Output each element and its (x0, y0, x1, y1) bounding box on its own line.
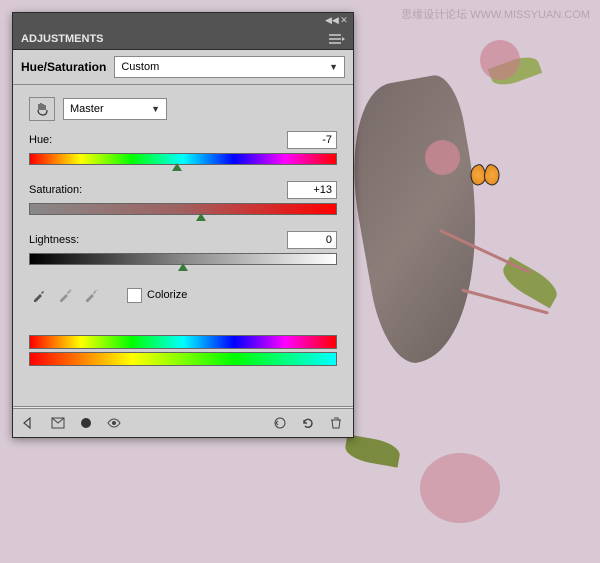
colorize-checkbox[interactable] (127, 288, 142, 303)
range-select[interactable]: Master ▼ (63, 98, 167, 120)
chevron-down-icon: ▼ (151, 104, 160, 114)
chevron-down-icon: ▼ (329, 62, 338, 72)
saturation-label: Saturation: (29, 184, 82, 196)
close-icon[interactable]: ✕ (339, 16, 349, 26)
adjustments-panel: ◀◀ ✕ ADJUSTMENTS Hue/Saturation Custom ▼… (12, 12, 354, 438)
previous-state-icon[interactable] (271, 415, 289, 431)
hue-group: Hue: (13, 125, 353, 175)
preset-select[interactable]: Custom ▼ (114, 56, 345, 78)
spectrum-bar-top (29, 335, 337, 349)
lightness-group: Lightness: (13, 225, 353, 275)
trash-icon[interactable] (327, 415, 345, 431)
butterfly-graphic (470, 165, 500, 187)
colorize-option: Colorize (127, 288, 187, 303)
saturation-group: Saturation: (13, 175, 353, 225)
targeted-adjustment-icon[interactable] (29, 97, 55, 121)
hue-slider-thumb[interactable] (172, 163, 182, 171)
tools-row: + − Colorize (13, 275, 353, 315)
expand-view-icon[interactable] (49, 415, 67, 431)
saturation-slider-thumb[interactable] (196, 213, 206, 221)
panel-tab-header: ADJUSTMENTS (13, 29, 353, 50)
range-value: Master (70, 103, 104, 115)
hue-slider[interactable] (29, 153, 337, 163)
lightness-input[interactable] (287, 231, 337, 249)
preset-value: Custom (121, 61, 159, 73)
flyout-menu-icon[interactable] (329, 34, 345, 44)
svg-text:−: − (94, 288, 98, 295)
spectrum-preview (13, 315, 353, 406)
eyedropper-icon[interactable] (29, 285, 49, 305)
panel-title: ADJUSTMENTS (21, 33, 104, 45)
panel-topbar: ◀◀ ✕ (13, 13, 353, 29)
svg-text:+: + (68, 288, 72, 295)
panel-body: Hue/Saturation Custom ▼ Master ▼ Hue: (13, 50, 353, 437)
lightness-slider[interactable] (29, 253, 337, 263)
back-arrow-icon[interactable] (21, 415, 39, 431)
visibility-icon[interactable] (105, 415, 123, 431)
adjustment-type-row: Hue/Saturation Custom ▼ (13, 50, 353, 85)
saturation-input[interactable] (287, 181, 337, 199)
reset-icon[interactable] (299, 415, 317, 431)
range-row: Master ▼ (13, 85, 353, 125)
lightness-label: Lightness: (29, 234, 79, 246)
hue-label: Hue: (29, 134, 52, 146)
spectrum-bar-bottom (29, 352, 337, 366)
watermark-text: 思缘设计论坛 WWW.MISSYUAN.COM (401, 6, 590, 22)
collapse-icon[interactable]: ◀◀ (325, 16, 335, 26)
colorize-label: Colorize (147, 289, 187, 301)
lightness-slider-thumb[interactable] (178, 263, 188, 271)
saturation-slider[interactable] (29, 203, 337, 213)
clip-to-layer-icon[interactable] (77, 415, 95, 431)
hue-input[interactable] (287, 131, 337, 149)
background-artwork (350, 0, 600, 563)
eyedropper-subtract-icon[interactable]: − (81, 285, 101, 305)
adjustment-type-label: Hue/Saturation (21, 60, 106, 74)
eyedropper-add-icon[interactable]: + (55, 285, 75, 305)
panel-footer (13, 408, 353, 437)
